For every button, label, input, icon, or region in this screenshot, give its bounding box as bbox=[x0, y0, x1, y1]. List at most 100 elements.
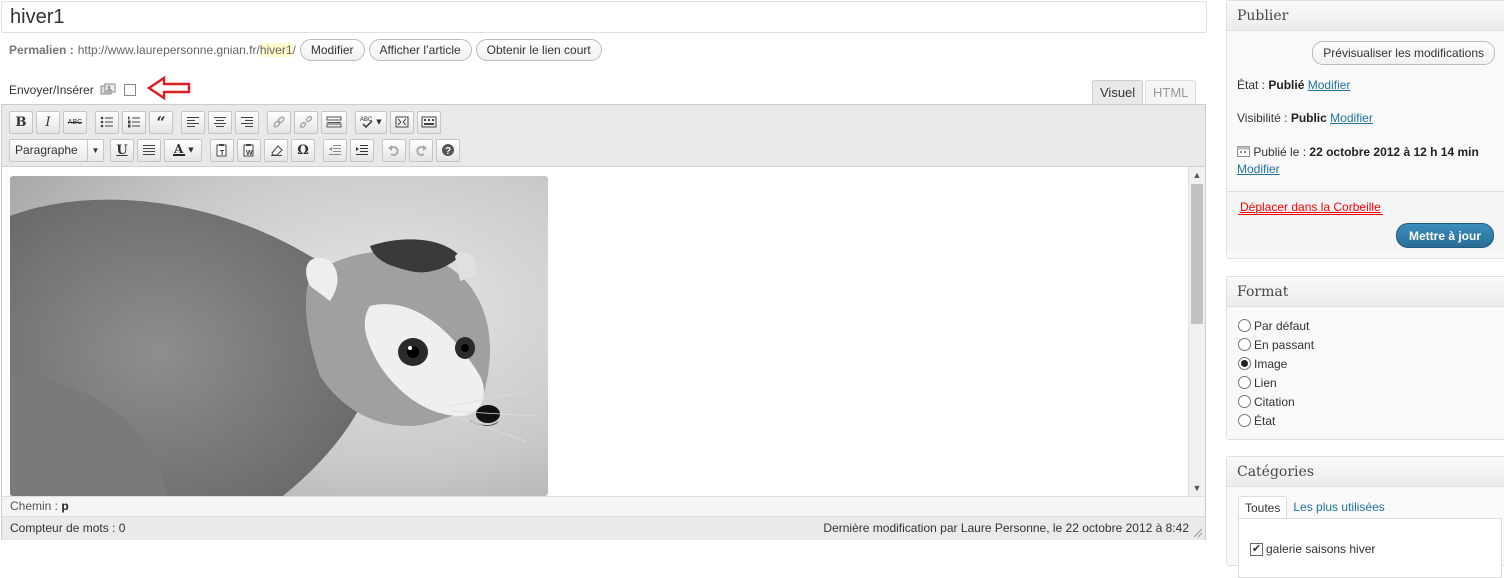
editor-status-bar: Compteur de mots : 0 Dernière modificati… bbox=[2, 516, 1205, 540]
last-modified: Dernière modification par Laure Personne… bbox=[823, 521, 1189, 535]
move-to-trash-link[interactable]: Déplacer dans la Corbeille bbox=[1238, 200, 1383, 215]
lemur-photo-icon bbox=[10, 176, 548, 496]
unlink-button[interactable] bbox=[294, 110, 318, 134]
underline-button[interactable]: U bbox=[110, 138, 134, 162]
strikethrough-button[interactable]: ABC bbox=[63, 110, 87, 134]
tab-most-used[interactable]: Les plus utilisées bbox=[1287, 496, 1390, 518]
edit-permalink-button[interactable]: Modifier bbox=[299, 39, 365, 61]
editor-toolbar: B I ABC “ ABC ▼ Paragraphe ▼ U A ▼ T W Ω… bbox=[2, 105, 1205, 167]
clear-formatting-button[interactable] bbox=[264, 138, 288, 162]
format-select[interactable]: Paragraphe ▼ bbox=[9, 138, 104, 162]
svg-text:?: ? bbox=[445, 146, 451, 157]
permalink-slug[interactable]: hiver1 bbox=[259, 43, 293, 57]
get-shortlink-button[interactable]: Obtenir le lien court bbox=[475, 39, 602, 61]
undo-button[interactable] bbox=[382, 138, 406, 162]
format-option-image[interactable]: Image bbox=[1238, 354, 1314, 373]
scroll-down-icon[interactable]: ▼ bbox=[1189, 480, 1205, 496]
radio-icon[interactable] bbox=[1238, 376, 1251, 389]
undo-icon bbox=[388, 145, 399, 156]
paste-word-button[interactable]: W bbox=[237, 138, 261, 162]
radio-icon[interactable] bbox=[1238, 395, 1251, 408]
format-option-link[interactable]: Lien bbox=[1238, 373, 1314, 392]
tab-html[interactable]: HTML bbox=[1145, 80, 1197, 104]
tab-all-categories[interactable]: Toutes bbox=[1238, 496, 1288, 518]
post-title-input[interactable]: hiver1 bbox=[1, 1, 1207, 33]
fullscreen-button[interactable] bbox=[390, 110, 414, 134]
editor-content-area[interactable] bbox=[2, 167, 1188, 496]
published-date-row: Publié le : 22 octobre 2012 à 12 h 14 mi… bbox=[1237, 144, 1479, 178]
kitchen-sink-button[interactable] bbox=[417, 110, 441, 134]
published-label: Publié le : bbox=[1253, 145, 1307, 159]
preview-changes-button[interactable]: Prévisualiser les modifications bbox=[1312, 41, 1495, 65]
bullet-list-icon bbox=[100, 116, 113, 128]
tab-visual[interactable]: Visuel bbox=[1092, 80, 1144, 104]
bullet-list-button[interactable] bbox=[95, 110, 119, 134]
checkbox-checked-icon[interactable]: ✔ bbox=[1250, 542, 1263, 556]
special-character-button[interactable]: Ω bbox=[291, 138, 315, 162]
align-right-button[interactable] bbox=[235, 110, 259, 134]
insert-media-box[interactable] bbox=[123, 84, 136, 96]
edit-status-link[interactable]: Modifier bbox=[1308, 78, 1351, 92]
edit-date-link[interactable]: Modifier bbox=[1237, 162, 1280, 176]
update-button[interactable]: Mettre à jour bbox=[1395, 223, 1494, 248]
lemur-image[interactable] bbox=[10, 176, 548, 496]
view-post-button[interactable]: Afficher l’article bbox=[368, 39, 472, 61]
align-justify-icon bbox=[143, 145, 155, 155]
chevron-down-icon: ▼ bbox=[87, 139, 103, 161]
scrollbar-thumb[interactable] bbox=[1191, 184, 1203, 324]
insert-more-tag-button[interactable] bbox=[321, 110, 347, 134]
fullscreen-icon bbox=[395, 116, 409, 128]
italic-button[interactable]: I bbox=[36, 110, 60, 134]
categories-box: Catégories Toutes Les plus utilisées ✔ g… bbox=[1226, 456, 1504, 578]
format-option-quote[interactable]: Citation bbox=[1238, 392, 1314, 411]
media-upload-row: Envoyer/Insérer bbox=[9, 80, 136, 100]
path-element[interactable]: p bbox=[61, 499, 68, 513]
format-option-standard[interactable]: Par défaut bbox=[1238, 316, 1314, 335]
visibility-label: Visibilité : bbox=[1237, 111, 1288, 125]
spellcheck-button[interactable]: ABC ▼ bbox=[355, 110, 387, 134]
blockquote-button[interactable]: “ bbox=[149, 110, 173, 134]
radio-icon[interactable] bbox=[1238, 338, 1251, 351]
radio-icon[interactable] bbox=[1238, 319, 1251, 332]
outdent-button[interactable] bbox=[323, 138, 347, 162]
post-status-row: État : Publié Modifier bbox=[1237, 78, 1350, 92]
media-upload-icon[interactable] bbox=[100, 83, 116, 97]
align-left-button[interactable] bbox=[181, 110, 205, 134]
eraser-icon bbox=[271, 145, 283, 156]
radio-selected-icon[interactable] bbox=[1238, 357, 1251, 370]
permalink-url[interactable]: http://www.laurepersonne.gnian.fr/hiver1… bbox=[78, 43, 296, 57]
align-center-button[interactable] bbox=[208, 110, 232, 134]
categories-box-title[interactable]: Catégories bbox=[1227, 457, 1504, 487]
link-icon bbox=[273, 116, 285, 128]
text-color-button[interactable]: A ▼ bbox=[164, 138, 202, 162]
word-count: Compteur de mots : 0 bbox=[10, 521, 126, 535]
paste-text-button[interactable]: T bbox=[210, 138, 234, 162]
outdent-icon bbox=[329, 145, 341, 155]
editor-scrollbar[interactable]: ▲ ▼ bbox=[1188, 167, 1205, 496]
bold-button[interactable]: B bbox=[9, 110, 33, 134]
insert-link-button[interactable] bbox=[267, 110, 291, 134]
indent-button[interactable] bbox=[350, 138, 374, 162]
format-option-aside[interactable]: En passant bbox=[1238, 335, 1314, 354]
resize-grip-icon[interactable] bbox=[1193, 528, 1203, 538]
justify-button[interactable] bbox=[137, 138, 161, 162]
indent-icon bbox=[356, 145, 368, 155]
format-option-status[interactable]: État bbox=[1238, 411, 1314, 430]
permalink-label: Permalien : bbox=[9, 43, 74, 57]
content-editor: B I ABC “ ABC ▼ Paragraphe ▼ U A ▼ T W Ω… bbox=[1, 104, 1206, 540]
visibility-value: Public bbox=[1290, 111, 1327, 125]
numbered-list-button[interactable] bbox=[122, 110, 146, 134]
media-upload-label: Envoyer/Insérer bbox=[9, 83, 94, 97]
more-tag-icon bbox=[326, 116, 342, 128]
format-box-title[interactable]: Format bbox=[1227, 277, 1504, 307]
publish-box-title[interactable]: Publier bbox=[1227, 1, 1504, 31]
help-button[interactable]: ? bbox=[436, 138, 460, 162]
radio-icon[interactable] bbox=[1238, 414, 1251, 427]
category-item[interactable]: ✔ galerie saisons hiver bbox=[1250, 542, 1375, 556]
unlink-icon bbox=[299, 115, 313, 129]
redo-button[interactable] bbox=[409, 138, 433, 162]
scroll-up-icon[interactable]: ▲ bbox=[1189, 167, 1205, 183]
edit-visibility-link[interactable]: Modifier bbox=[1330, 111, 1373, 125]
annotation-arrow-icon bbox=[146, 75, 191, 101]
category-list: ✔ galerie saisons hiver bbox=[1238, 518, 1502, 578]
